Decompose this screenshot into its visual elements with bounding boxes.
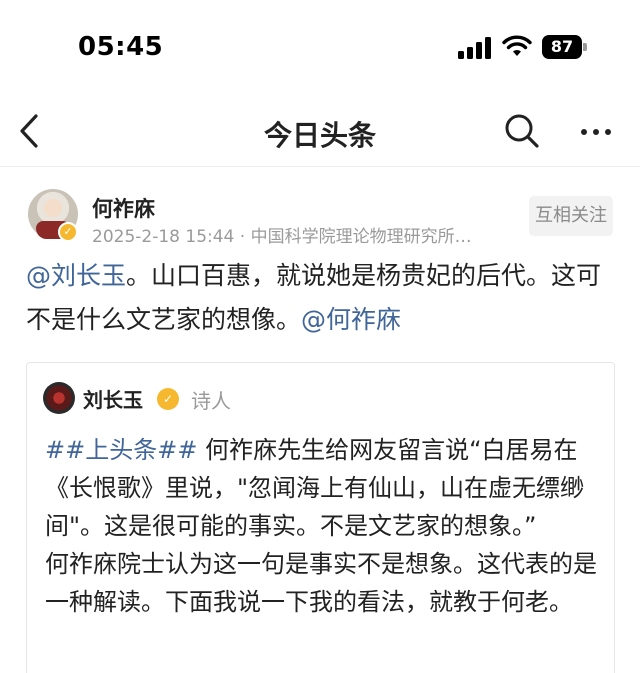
cellular-signal-icon <box>458 37 492 59</box>
more-icon[interactable] <box>578 122 614 142</box>
status-time: 05:45 <box>78 32 164 62</box>
quote-avatar[interactable] <box>43 382 75 414</box>
battery-level: 87 <box>542 35 582 59</box>
quote-paragraph: 何祚庥院士认为这一句是事实不是想象。这代表的是一种解读。下面我说一下我的看法，就… <box>45 550 597 616</box>
quote-author-role: 诗人 <box>191 389 231 413</box>
status-bar: 05:45 87 <box>0 0 640 95</box>
quoted-post-card[interactable]: 刘长玉 ✓ 诗人 ##上头条## 何祚庥先生给网友留言说“白居易在《长恨歌》里说… <box>26 362 615 673</box>
hashtag-link[interactable]: ##上头条## <box>45 436 197 464</box>
quote-author-name[interactable]: 刘长玉 <box>83 384 143 413</box>
page-title: 今日头条 <box>263 119 376 152</box>
mention-link[interactable]: @何祚庥 <box>301 305 401 334</box>
verified-badge-icon: ✓ <box>58 222 78 242</box>
battery-icon: 87 <box>542 35 588 59</box>
follow-button[interactable]: 互相关注 <box>529 196 613 236</box>
post-body: @刘长玉。山口百惠，就说她是杨贵妃的后代。这可不是什么文艺家的想像。@何祚庥 <box>26 254 626 342</box>
verified-badge-icon: ✓ <box>157 388 179 410</box>
wifi-icon <box>502 35 532 56</box>
search-icon[interactable] <box>503 112 541 150</box>
back-chevron-icon[interactable] <box>16 111 46 151</box>
mention-link[interactable]: @刘长玉 <box>26 261 126 290</box>
author-name[interactable]: 何祚庥 <box>92 193 155 223</box>
post-meta: 2025-2-18 15:44 · 中国科学院理论物理研究所… <box>92 227 472 247</box>
quote-body: ##上头条## 何祚庥先生给网友留言说“白居易在《长恨歌》里说，"忽闻海上有仙山… <box>45 431 605 621</box>
nav-bar: 今日头条 <box>0 95 640 167</box>
